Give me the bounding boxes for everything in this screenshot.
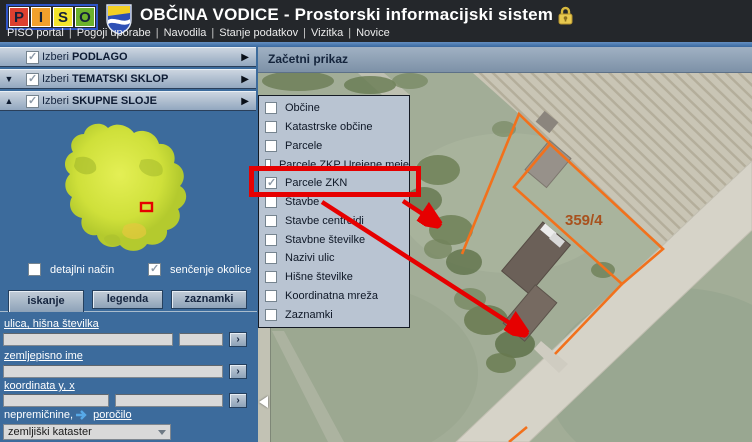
collapse-up-icon[interactable]: ▲ <box>0 96 18 106</box>
layer-row-nazivi-ulic[interactable]: Nazivi ulic <box>259 249 409 268</box>
geoname-search-label[interactable]: zemljepisno ime <box>4 350 83 362</box>
tab-iskanje[interactable]: iskanje <box>8 290 84 312</box>
app-root: P I S O OBČINA VODICE - Prostorski infor… <box>0 0 752 442</box>
layer-checkbox[interactable] <box>265 271 277 283</box>
overview-map[interactable] <box>46 118 211 260</box>
report-arrow-icon <box>76 410 90 420</box>
collapse-down-icon[interactable]: ▼ <box>0 74 18 84</box>
sidebar: Izberi PODLAGO ▶ ▼ Izberi TEMATSKI SKLOP… <box>0 47 257 442</box>
layer-checkbox[interactable] <box>265 159 271 171</box>
layer-checkbox[interactable] <box>265 102 277 114</box>
layers-panel: Občine Katastrske občine Parcele Parcele… <box>258 95 410 328</box>
map-view-title: Začetni prikaz <box>268 47 752 72</box>
tab-legenda[interactable]: legenda <box>92 290 163 309</box>
logo-letter-i: I <box>31 7 51 27</box>
layer-checkbox[interactable] <box>265 309 277 321</box>
coordinate-search-button[interactable]: › <box>229 393 247 408</box>
parcel-number-label: 359/4 <box>565 212 603 229</box>
expand-right-icon[interactable]: ▶ <box>241 74 249 85</box>
top-menu: PISO portal| Pogoji uporabe| Navodila| S… <box>7 27 390 39</box>
menu-item-piso-portal[interactable]: PISO portal <box>7 27 64 39</box>
menu-item-pogoji-uporabe[interactable]: Pogoji uporabe <box>77 27 151 39</box>
coordinate-search-label[interactable]: koordinata y, x <box>4 380 75 392</box>
tab-zaznamki[interactable]: zaznamki <box>171 290 247 309</box>
street-search-label[interactable]: ulica, hišna številka <box>4 318 99 330</box>
layer-row-stavbe-centroidi[interactable]: Stavbe centroidi <box>259 212 409 231</box>
panel-checkbox-podlago[interactable] <box>26 51 39 64</box>
realestate-label: nepremičnine, <box>4 409 73 421</box>
layer-checkbox[interactable] <box>265 177 277 189</box>
layer-checkbox[interactable] <box>265 140 277 152</box>
layer-row-hisne-stevilke[interactable]: Hišne številke <box>259 268 409 287</box>
layer-row-zaznamki[interactable]: Zaznamki <box>259 305 409 324</box>
geoname-search-button[interactable]: › <box>229 364 247 379</box>
panel-checkbox-skupni[interactable] <box>26 95 39 108</box>
layer-checkbox[interactable] <box>265 196 277 208</box>
layer-checkbox[interactable] <box>265 215 277 227</box>
layer-row-parcele[interactable]: Parcele <box>259 137 409 156</box>
logo-letter-p: P <box>9 7 29 27</box>
top-header: P I S O OBČINA VODICE - Prostorski infor… <box>0 0 752 42</box>
layer-row-stavbe[interactable]: Stavbe <box>259 193 409 212</box>
report-link[interactable]: poročilo <box>93 409 132 421</box>
chevron-down-icon <box>158 430 166 435</box>
panel-checkbox-tematski[interactable] <box>26 73 39 86</box>
expand-right-icon[interactable]: ▶ <box>241 52 249 63</box>
layer-checkbox[interactable] <box>265 252 277 264</box>
layer-row-obcine[interactable]: Občine <box>259 99 409 118</box>
layer-checkbox[interactable] <box>265 121 277 133</box>
logo-letter-s: S <box>53 7 73 27</box>
menu-item-navodila[interactable]: Navodila <box>164 27 207 39</box>
layer-checkbox[interactable] <box>265 234 277 246</box>
geoname-input[interactable] <box>3 365 223 378</box>
layer-row-parcele-zkn[interactable]: Parcele ZKN <box>259 174 409 193</box>
detail-mode-checkbox[interactable] <box>28 263 41 276</box>
expand-right-icon[interactable]: ▶ <box>241 96 249 107</box>
menu-item-novice[interactable]: Novice <box>356 27 390 39</box>
layer-row-stavbne-stevilke[interactable]: Stavbne številke <box>259 230 409 249</box>
shading-checkbox[interactable] <box>148 263 161 276</box>
layer-row-katastrske-obcine[interactable]: Katastrske občine <box>259 118 409 137</box>
collapse-sidebar-handle[interactable] <box>259 396 268 408</box>
panel-header-podlago[interactable]: Izberi PODLAGO ▶ <box>0 47 256 67</box>
map-toolbar: Začetni prikaz <box>258 47 752 73</box>
layer-row-parcele-zkp[interactable]: Parcele ZKP Urejene meje <box>259 155 409 174</box>
coordinate-x-input[interactable] <box>115 394 223 407</box>
coordinate-y-input[interactable] <box>3 394 109 407</box>
layer-checkbox[interactable] <box>265 290 277 302</box>
panel-header-tematski-sklop[interactable]: ▼ Izberi TEMATSKI SKLOP ▶ <box>0 69 256 89</box>
layer-row-koordinatna-mreza[interactable]: Koordinatna mreža <box>259 287 409 306</box>
street-input[interactable] <box>3 333 173 346</box>
detail-mode-label: detajlni način <box>50 264 114 276</box>
logo-letter-o: O <box>75 7 95 27</box>
cadastre-select[interactable]: zemljiški kataster <box>3 424 171 440</box>
menu-item-stanje-podatkov[interactable]: Stanje podatkov <box>219 27 298 39</box>
menu-item-vizitka[interactable]: Vizitka <box>311 27 343 39</box>
house-number-input[interactable] <box>179 333 223 346</box>
street-search-button[interactable]: › <box>229 332 247 347</box>
page-title: OBČINA VODICE - Prostorski informacijski… <box>140 5 553 25</box>
shading-label: senčenje okolice <box>170 264 251 276</box>
panel-header-skupne-sloje[interactable]: ▲ Izberi SKUPNE SLOJE ▶ <box>0 91 256 111</box>
lock-icon <box>557 5 574 25</box>
